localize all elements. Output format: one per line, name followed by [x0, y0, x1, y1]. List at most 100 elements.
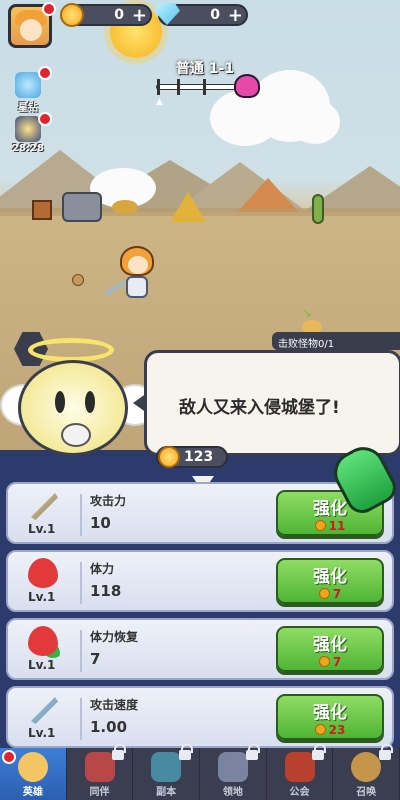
coin-icon — [314, 520, 326, 531]
lock-icon — [112, 744, 127, 760]
progress-tick — [177, 79, 180, 95]
stat-value: 10 — [90, 514, 111, 532]
cloud — [290, 100, 340, 144]
bush — [112, 200, 138, 214]
stat-value: 118 — [90, 582, 122, 600]
attack-speed-icon — [31, 697, 58, 724]
upgrade-cost: 11 — [278, 519, 382, 533]
notification-dot — [2, 750, 16, 764]
angel-eye — [55, 391, 65, 413]
upgrade-hp-regen-button[interactable]: 强化 7 — [276, 626, 384, 672]
lock-icon — [312, 744, 327, 760]
stat-level: Lv.1 — [28, 726, 56, 740]
hero-icon — [17, 752, 48, 782]
upgrade-cost: 23 — [278, 723, 382, 737]
well — [62, 192, 102, 222]
coin-icon — [158, 446, 180, 468]
tab-label: 英雄 — [22, 787, 43, 798]
progress-marker-icon: ▲ — [156, 97, 163, 107]
add-gems-button[interactable]: + — [228, 5, 243, 26]
stat-name: 体力 — [90, 562, 115, 576]
stage-progress-bar — [156, 79, 236, 95]
guild-banner-icon — [284, 752, 315, 782]
upgrade-cost-value: 11 — [328, 519, 346, 533]
stat-row-hp-regen: Lv.1 体力恢复 7 强化 7 — [6, 618, 394, 680]
upgrade-cost-value: 7 — [332, 587, 342, 601]
hero-face — [128, 256, 148, 274]
stat-level: Lv.1 — [28, 658, 56, 672]
angel-guide — [18, 360, 128, 456]
tab-label: 同伴 — [89, 787, 110, 798]
hint-arrow-icon: ↘ — [302, 306, 313, 320]
dialog-box[interactable]: 敌人又来入侵城堡了! — [133, 350, 400, 456]
star-diamond-icon — [15, 72, 41, 98]
tab-territory[interactable]: 领地 — [200, 744, 267, 800]
upgrade-label: 强化 — [313, 567, 347, 587]
hero-body — [126, 276, 148, 298]
halo-icon — [28, 338, 114, 362]
progress-tick — [157, 79, 160, 95]
side-button-label: 星钻 — [18, 103, 38, 114]
stat-row-hp: Lv.1 体力 118 强化 7 — [6, 550, 394, 612]
gem-counter[interactable]: 0 + — [154, 3, 248, 26]
heart-regen-icon — [28, 626, 58, 656]
avatar-face — [20, 19, 42, 41]
tab-label: 召唤 — [356, 787, 377, 798]
divider — [80, 630, 82, 672]
coin-drop — [72, 274, 84, 286]
lock-icon — [245, 744, 260, 760]
add-gold-button[interactable]: + — [132, 5, 147, 26]
coin-icon — [60, 3, 84, 27]
stat-level: Lv.1 — [28, 590, 56, 604]
coin-icon — [318, 656, 330, 667]
upgrade-cost: 7 — [278, 655, 382, 669]
tab-dungeon[interactable]: 副本 — [133, 744, 201, 800]
gold-counter[interactable]: 0 + — [60, 3, 152, 27]
coin-icon — [318, 588, 330, 599]
gem-value: 0 — [210, 7, 220, 23]
upgrade-cost: 7 — [278, 587, 382, 601]
boss-skull-icon — [234, 74, 260, 98]
divider — [80, 698, 82, 740]
notification-dot — [38, 112, 52, 126]
stage-title: 普通 1-1 — [175, 61, 235, 77]
dialog-tail — [133, 393, 147, 413]
tab-summon[interactable]: 召唤 — [333, 744, 400, 800]
notification-dot — [38, 66, 52, 80]
coin-icon — [314, 724, 326, 735]
angel-eye — [85, 391, 95, 413]
stat-name: 攻击力 — [90, 494, 127, 508]
upgrade-cost-value: 23 — [328, 723, 346, 737]
tab-hero[interactable]: 英雄 — [0, 748, 67, 800]
upgrade-hp-button[interactable]: 强化 7 — [276, 558, 384, 604]
crate — [32, 200, 52, 220]
upgrade-label: 强化 — [313, 703, 347, 723]
hero-character — [116, 246, 156, 302]
stat-value: 1.00 — [90, 718, 128, 736]
tab-guild[interactable]: 公会 — [267, 744, 334, 800]
castle-icon — [217, 752, 248, 782]
dragon-icon — [84, 752, 115, 782]
stat-name: 体力恢复 — [90, 630, 139, 644]
stat-row-attack: Lv.1 攻击力 10 强化 11 — [6, 482, 394, 544]
tab-companion[interactable]: 同伴 — [67, 744, 134, 800]
timer-label: 28:28 — [12, 143, 44, 154]
upgrade-cost-value: 7 — [332, 655, 342, 669]
stat-name: 攻击速度 — [90, 698, 139, 712]
summon-orb-icon — [351, 752, 382, 782]
lock-icon — [379, 744, 394, 760]
upgrade-label: 强化 — [313, 635, 347, 655]
stat-value: 7 — [90, 650, 101, 668]
stat-level: Lv.1 — [28, 522, 56, 536]
divider — [80, 562, 82, 604]
progress-tick — [203, 79, 206, 95]
coin-total: 123 — [156, 446, 228, 468]
lock-icon — [179, 744, 194, 760]
gold-value: 0 — [114, 7, 124, 23]
sword-icon — [31, 493, 58, 520]
notification-dot — [42, 2, 56, 16]
heart-icon — [28, 558, 58, 588]
upgrade-attack-speed-button[interactable]: 强化 23 — [276, 694, 384, 740]
tent — [170, 192, 206, 222]
dialog-text: 敌人又来入侵城堡了! — [179, 398, 340, 418]
